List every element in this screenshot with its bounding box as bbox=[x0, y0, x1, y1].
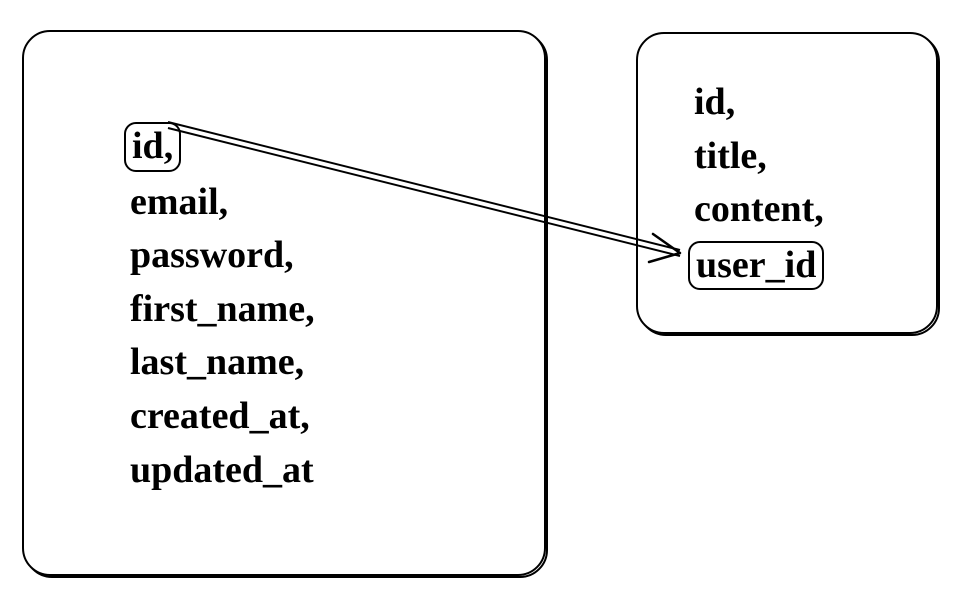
field-list-right: id, title, content, user_id bbox=[688, 80, 830, 290]
field-user-id: user_id bbox=[688, 241, 824, 291]
field-updated-at: updated_at bbox=[124, 448, 321, 494]
table-box-left: id, email, password, first_name, last_na… bbox=[22, 30, 546, 576]
field-last-name: last_name, bbox=[124, 340, 321, 386]
field-created-at: created_at, bbox=[124, 394, 321, 440]
field-id: id, bbox=[124, 122, 181, 172]
field-title: title, bbox=[688, 134, 830, 180]
field-content: content, bbox=[688, 187, 830, 233]
field-password: password, bbox=[124, 233, 321, 279]
field-first-name: first_name, bbox=[124, 287, 321, 333]
field-id-right: id, bbox=[688, 80, 830, 126]
field-email: email, bbox=[124, 180, 321, 226]
table-box-right: id, title, content, user_id bbox=[636, 32, 938, 334]
field-list-left: id, email, password, first_name, last_na… bbox=[124, 122, 321, 493]
